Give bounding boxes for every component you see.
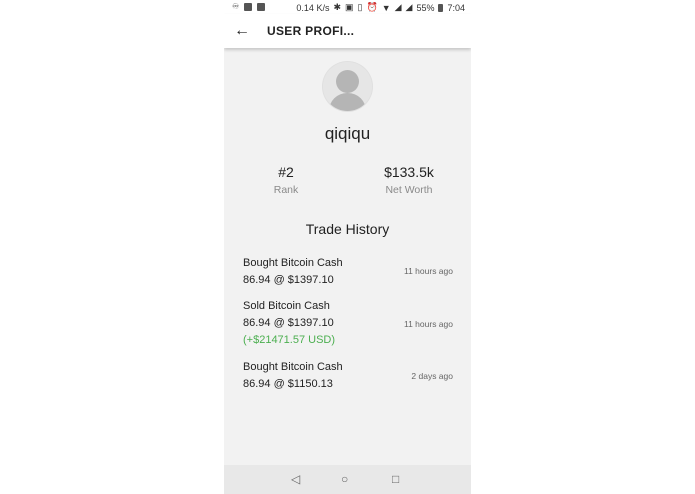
- wifi-icon: ▼: [381, 2, 391, 13]
- alarm-icon: ⏰: [366, 2, 378, 12]
- avatar: [323, 62, 372, 111]
- trade-action: Sold Bitcoin Cash: [243, 300, 330, 312]
- networth-value: $133.5k: [384, 164, 434, 180]
- network-speed: 0.14 K/s: [296, 2, 330, 13]
- rank-stat: #2 Rank: [226, 164, 346, 196]
- bluetooth-icon: ✱: [333, 2, 341, 12]
- rank-label: Rank: [273, 184, 299, 196]
- status-right-icons: 0.14 K/s ✱ ▣ ▯ ⏰ ▼ ◢ ◢ 55% 7:04: [296, 2, 465, 13]
- back-arrow-icon[interactable]: ←: [234, 22, 250, 40]
- page-title: USER PROFI...: [267, 24, 355, 38]
- nav-home-icon[interactable]: ○: [341, 472, 348, 486]
- vibrate-icon: ▯: [357, 2, 363, 12]
- battery-percent: 55%: [416, 2, 435, 13]
- trade-time: 2 days ago: [411, 371, 453, 381]
- nfc-icon: ▣: [345, 2, 354, 12]
- notification-icon: ♾: [232, 2, 240, 11]
- username: qiqiqu: [324, 124, 371, 143]
- signal2-icon: ◢: [405, 2, 413, 12]
- avatar-body-icon: [329, 93, 366, 111]
- signal-icon: ◢: [394, 2, 402, 12]
- trade-item: Sold Bitcoin Cash 86.94 @ $1397.10 (+$21…: [243, 298, 453, 349]
- clock: 7:04: [447, 2, 465, 13]
- trade-history-title: Trade History: [305, 221, 390, 237]
- gallery-notification-icon: [257, 2, 266, 11]
- phone-screen: ♾ 0.14 K/s ✱ ▣ ▯ ⏰ ▼ ◢ ◢ 55% 7:04 ← USER…: [224, 0, 471, 494]
- nav-recents-icon[interactable]: □: [392, 472, 399, 486]
- networth-stat: $133.5k Net Worth: [349, 164, 469, 196]
- trade-time: 11 hours ago: [404, 319, 453, 329]
- trade-item: Bought Bitcoin Cash 86.94 @ $1150.13 2 d…: [243, 359, 453, 393]
- trade-time: 11 hours ago: [404, 266, 453, 276]
- system-nav-bar: ◁ ○ □: [224, 465, 471, 494]
- rank-value: #2: [278, 164, 294, 180]
- networth-label: Net Worth: [385, 184, 433, 196]
- battery-icon: [438, 3, 444, 12]
- avatar-head-icon: [336, 70, 359, 93]
- nav-back-icon[interactable]: ◁: [291, 472, 300, 486]
- app-bar: ← USER PROFI...: [224, 14, 471, 48]
- status-left-icons: ♾: [232, 2, 266, 11]
- image-notification-icon: [244, 2, 253, 11]
- trade-profit: (+$21471.57 USD): [243, 334, 336, 346]
- status-bar: ♾ 0.14 K/s ✱ ▣ ▯ ⏰ ▼ ◢ ◢ 55% 7:04: [224, 0, 471, 14]
- trade-item: Bought Bitcoin Cash 86.94 @ $1397.10 11 …: [243, 255, 453, 289]
